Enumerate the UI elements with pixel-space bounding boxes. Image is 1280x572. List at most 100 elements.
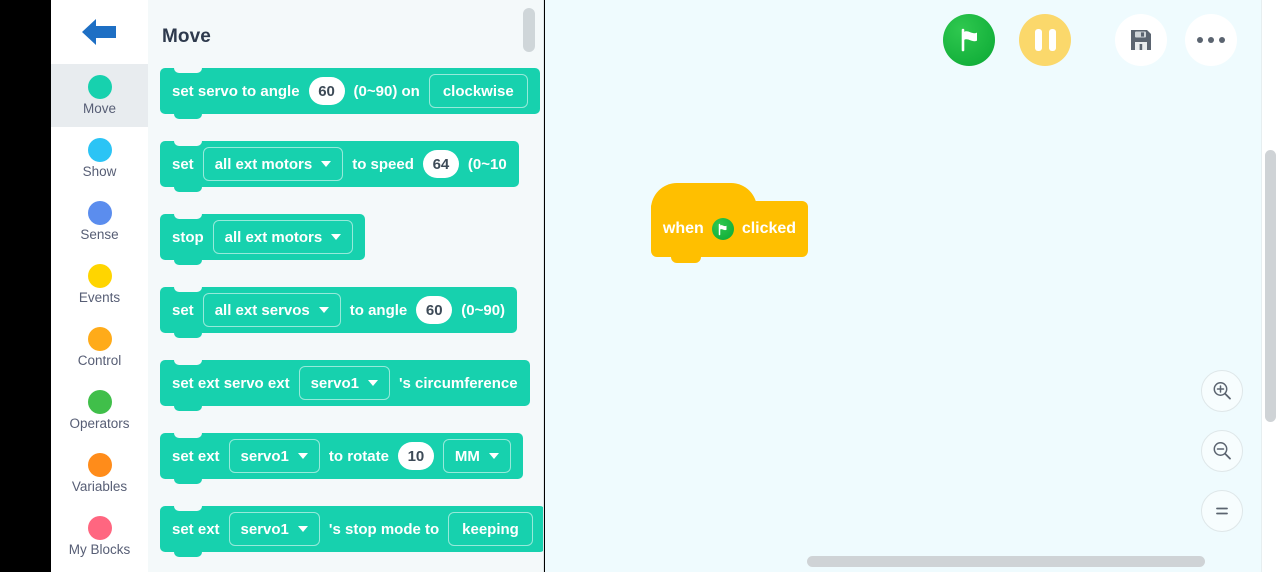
chevron-down-icon [367, 380, 378, 386]
palette-block-set-motor-speed[interactable]: set all ext motors to speed 64 (0~10 [160, 141, 519, 192]
block-label: 's stop mode to [328, 520, 440, 538]
sidebar-item-move[interactable]: Move [51, 64, 148, 127]
workspace-vertical-scrollbar[interactable] [1265, 150, 1276, 422]
workspace-canvas[interactable]: when clicked [545, 0, 1280, 572]
block-label: set ext servo ext [172, 374, 290, 392]
block-dropdown[interactable]: MM [442, 439, 511, 473]
ellipsis-icon [1197, 37, 1225, 43]
block-palette[interactable]: Move set servo to angle 60 (0~90) on clockw… [148, 0, 544, 572]
left-black-gutter [0, 0, 51, 572]
block-dropdown[interactable]: servo1 [228, 512, 320, 546]
sidebar-item-label: Show [82, 163, 117, 179]
category-dot-icon [87, 389, 112, 414]
more-options-button[interactable] [1185, 14, 1237, 66]
sidebar-item-label: Control [77, 352, 122, 368]
block-label: set ext [172, 447, 220, 465]
chevron-down-icon [331, 234, 342, 240]
palette-block-set-servo-to-angle[interactable]: set servo to angle 60 (0~90) on clockwise [160, 68, 540, 119]
block-number-input[interactable]: 60 [416, 296, 453, 324]
zoom-out-icon [1213, 442, 1231, 460]
sidebar-item-label: Operators [69, 415, 130, 431]
palette-block-stop-motors[interactable]: stop all ext motors [160, 214, 366, 265]
green-flag-icon [961, 28, 977, 52]
zoom-controls [1201, 370, 1243, 532]
zoom-reset-button[interactable] [1201, 490, 1243, 532]
category-dot-icon [87, 137, 112, 162]
block-dropdown-label: servo1 [310, 374, 359, 392]
block-number-input[interactable]: 64 [422, 150, 459, 178]
hat-block-dome [651, 183, 757, 209]
block-dropdown-label: all ext servos [214, 301, 310, 319]
hat-suffix-label: clicked [741, 220, 797, 237]
block-number-input[interactable]: 10 [397, 442, 434, 470]
save-button[interactable] [1115, 14, 1167, 66]
sidebar-item-control[interactable]: Control [51, 316, 148, 379]
sidebar-item-operators[interactable]: Operators [51, 379, 148, 442]
sidebar-item-sense[interactable]: Sense [51, 190, 148, 253]
pause-icon [1034, 29, 1056, 51]
block-dropdown[interactable]: clockwise [428, 74, 528, 108]
block-label: 's circumference [398, 374, 518, 392]
category-sidebar: Move Show Sense Events Control Operators Varia… [51, 0, 148, 572]
category-list: Move Show Sense Events Control Operators Varia… [51, 64, 148, 568]
chevron-down-icon [297, 453, 308, 459]
block-number-input[interactable]: 60 [308, 77, 345, 105]
sidebar-item-show[interactable]: Show [51, 127, 148, 190]
block-dropdown-label: all ext motors [214, 155, 313, 173]
category-dot-icon [87, 263, 112, 288]
block-dropdown[interactable]: servo1 [298, 366, 390, 400]
zoom-in-button[interactable] [1201, 370, 1243, 412]
palette-block-set-servo-stop-mode[interactable]: set ext servo1 's stop mode to keeping [160, 506, 543, 557]
block-dropdown[interactable]: all ext motors [202, 147, 344, 181]
category-dot-icon [87, 326, 112, 351]
workspace-toolbar [943, 14, 1237, 66]
chevron-down-icon [297, 526, 308, 532]
pause-button[interactable] [1019, 14, 1071, 66]
block-label: (0~90) [461, 301, 506, 319]
palette-title: Move [162, 26, 211, 47]
sidebar-item-label: Sense [80, 226, 119, 242]
block-dropdown[interactable]: servo1 [228, 439, 320, 473]
back-arrow-icon [81, 19, 116, 45]
sidebar-item-variables[interactable]: Variables [51, 442, 148, 505]
sidebar-item-label: My Blocks [68, 541, 131, 557]
block-dropdown-label: clockwise [442, 82, 514, 100]
palette-scrollbar-thumb[interactable] [523, 8, 535, 52]
block-dropdown[interactable]: all ext servos [202, 293, 341, 327]
palette-block-set-servos-angle[interactable]: set all ext servos to angle 60 (0~90) [160, 287, 518, 338]
block-label: to speed [352, 155, 414, 173]
floppy-disk-icon [1131, 30, 1151, 50]
palette-block-set-servo-circumference[interactable]: set ext servo ext servo1 's circumference [160, 360, 530, 411]
palette-block-set-servo-rotate[interactable]: set ext servo1 to rotate 10 MM [160, 433, 523, 484]
category-dot-icon [87, 74, 112, 99]
workspace-horizontal-scrollbar[interactable] [807, 556, 1205, 567]
block-label: to rotate [328, 447, 389, 465]
block-label: set [172, 155, 194, 173]
chevron-down-icon [318, 307, 329, 313]
green-flag-button[interactable] [943, 14, 995, 66]
sidebar-item-my-blocks[interactable]: My Blocks [51, 505, 148, 568]
back-button[interactable] [51, 0, 148, 64]
sidebar-item-label: Move [82, 100, 116, 116]
block-dropdown[interactable]: all ext motors [212, 220, 354, 254]
equals-icon [1216, 507, 1228, 515]
zoom-out-button[interactable] [1201, 430, 1243, 472]
block-label: stop [172, 228, 204, 246]
block-dropdown[interactable]: keeping [448, 512, 533, 546]
block-label: set servo to angle [172, 82, 300, 100]
block-label: (0~10 [467, 155, 507, 173]
chevron-down-icon [321, 161, 332, 167]
category-dot-icon [87, 200, 112, 225]
chevron-down-icon [488, 453, 499, 459]
green-flag-icon-inline [711, 218, 734, 240]
category-dot-icon [87, 452, 112, 477]
block-dropdown-label: servo1 [240, 447, 289, 465]
block-label: to angle [349, 301, 408, 319]
palette-block-list: set servo to angle 60 (0~90) on clockwise se… [148, 68, 543, 572]
sidebar-item-events[interactable]: Events [51, 253, 148, 316]
hat-prefix-label: when [662, 220, 704, 237]
block-label: set [172, 301, 194, 319]
block-label: (0~90) on [353, 82, 420, 100]
block-dropdown-label: all ext motors [224, 228, 323, 246]
when-flag-clicked-block[interactable]: when clicked [651, 183, 808, 263]
